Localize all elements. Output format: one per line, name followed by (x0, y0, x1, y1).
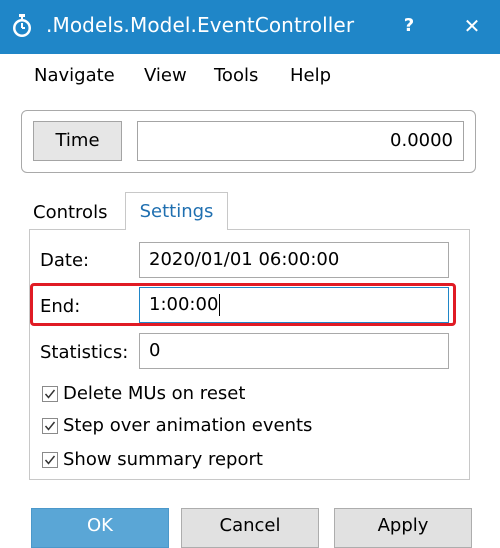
menu-help[interactable]: Help (290, 65, 331, 86)
time-button[interactable]: Time (33, 121, 122, 161)
tab-controls[interactable]: Controls (33, 202, 107, 223)
menu-bar: Navigate View Tools Help (0, 54, 500, 98)
time-field: 0.0000 (137, 121, 464, 161)
summary-report-label: Show summary report (63, 449, 263, 470)
delete-mus-checkbox[interactable] (42, 386, 58, 402)
step-over-checkbox[interactable] (42, 418, 58, 434)
step-over-label: Step over animation events (63, 415, 313, 436)
menu-view[interactable]: View (144, 65, 187, 86)
statistics-field[interactable]: 0 (139, 333, 449, 369)
delete-mus-label: Delete MUs on reset (63, 383, 246, 404)
help-button[interactable]: ? (397, 14, 421, 38)
time-group: Time 0.0000 (21, 110, 476, 173)
ok-button[interactable]: OK (31, 508, 169, 548)
cancel-button[interactable]: Cancel (181, 508, 319, 548)
window-title: .Models.Model.EventController (46, 13, 355, 37)
close-button[interactable]: ✕ (460, 14, 484, 38)
summary-report-checkbox[interactable] (42, 452, 58, 468)
date-label: Date: (40, 250, 90, 271)
stopwatch-icon (11, 14, 33, 38)
highlight-box (30, 283, 456, 326)
title-bar: .Models.Model.EventController ? ✕ (0, 0, 500, 54)
tab-settings[interactable]: Settings (125, 192, 228, 230)
date-field[interactable]: 2020/01/01 06:00:00 (139, 242, 449, 278)
statistics-label: Statistics: (40, 342, 129, 363)
menu-navigate[interactable]: Navigate (34, 65, 115, 86)
apply-button[interactable]: Apply (334, 508, 472, 548)
menu-tools[interactable]: Tools (214, 65, 258, 86)
